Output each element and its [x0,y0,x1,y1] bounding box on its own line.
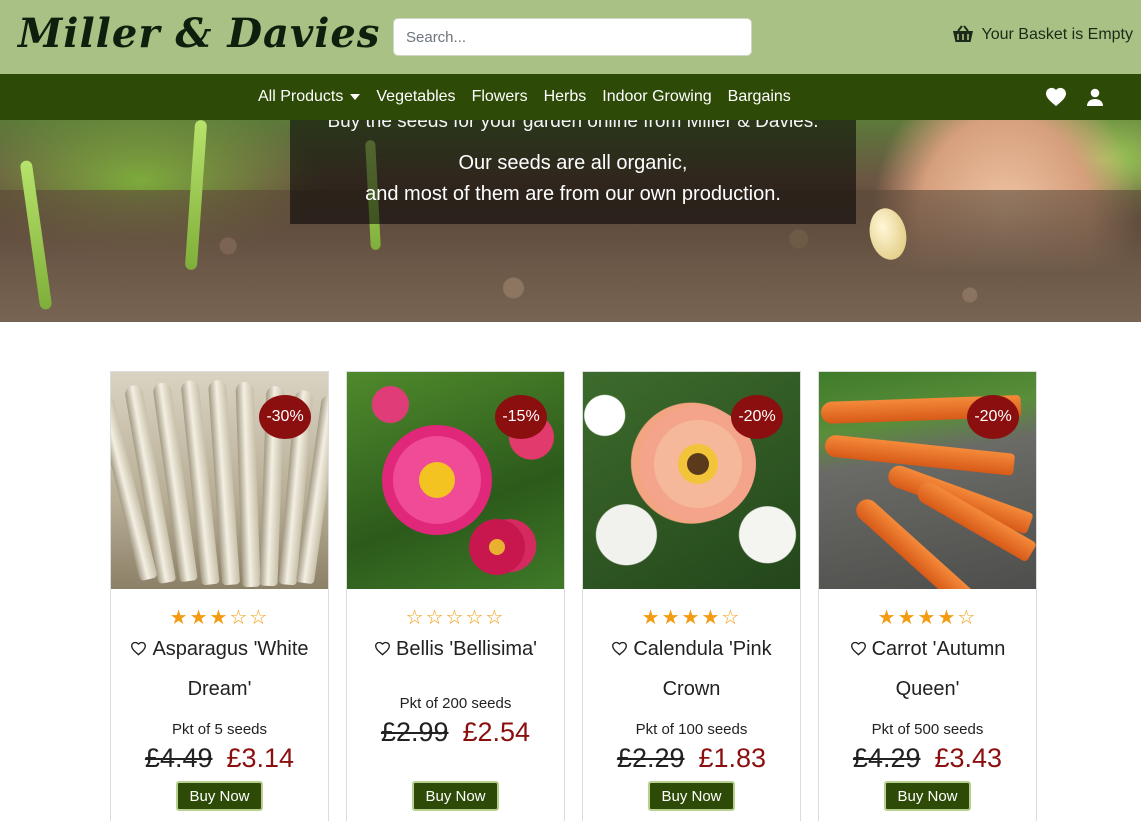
product-name[interactable]: Bellis 'Bellisima' [355,630,556,670]
chevron-down-icon [350,93,361,100]
buy-now-button[interactable]: Buy Now [884,781,971,811]
star-filled-icon: ★ [701,607,722,629]
sale-price: £2.54 [462,717,531,747]
buy-now-button[interactable]: Buy Now [412,781,499,811]
star-empty-icon: ☆ [465,607,486,629]
product-card[interactable]: -20% ★★★★☆ Carrot 'Autumn Queen' Pkt of … [818,371,1037,821]
product-name-text: Calendula 'Pink Crown [633,638,772,700]
old-price: £4.29 [852,743,921,773]
star-filled-icon: ★ [681,607,702,629]
star-empty-icon: ☆ [425,607,446,629]
star-filled-icon: ★ [661,607,682,629]
price-row: £4.29 £3.43 [819,743,1036,774]
star-empty-icon: ☆ [485,607,506,629]
nav-flowers[interactable]: Flowers [472,88,528,106]
nav-icons [1045,87,1103,107]
user-icon[interactable] [1087,88,1103,106]
product-card[interactable]: -15% ☆☆☆☆☆ Bellis 'Bellisima' Pkt of 200… [346,371,565,821]
star-filled-icon: ★ [189,607,210,629]
product-card[interactable]: -30% ★★★☆☆ Asparagus 'White Dream' Pkt o… [110,371,329,821]
hero-line-3: and most of them are from our own produc… [365,183,781,205]
sale-price: £1.83 [698,743,767,773]
price-row: £2.99 £2.54 [347,717,564,748]
star-empty-icon: ☆ [721,607,742,629]
star-filled-icon: ★ [917,607,938,629]
old-price: £4.49 [144,743,213,773]
discount-badge: -15% [495,395,547,439]
discount-badge: -20% [731,395,783,439]
pack-size: Pkt of 5 seeds [171,721,268,738]
star-empty-icon: ☆ [445,607,466,629]
heart-icon[interactable] [1045,87,1067,107]
product-name[interactable]: Asparagus 'White Dream' [119,630,320,709]
old-price: £2.29 [616,743,685,773]
price-row: £4.49 £3.14 [111,743,328,774]
sale-price: £3.43 [934,743,1003,773]
hero-banner: Buy the seeds for your garden online fro… [0,120,1141,322]
nav-links: All Products Vegetables Flowers Herbs In… [258,74,791,120]
heart-outline-icon[interactable] [130,631,147,670]
star-rating: ★★★★☆ [819,608,1036,628]
star-empty-icon: ☆ [957,607,978,629]
basket-status: Your Basket is Empty [981,26,1133,43]
nav-bargains[interactable]: Bargains [728,88,791,106]
star-empty-icon: ☆ [405,607,426,629]
product-name[interactable]: Carrot 'Autumn Queen' [827,630,1028,709]
basket-link[interactable]: Your Basket is Empty [952,25,1133,45]
star-filled-icon: ★ [877,607,898,629]
nav-vegetables[interactable]: Vegetables [376,88,455,106]
star-rating: ★★★☆☆ [111,608,328,628]
heart-outline-icon[interactable] [850,631,867,670]
basket-icon [952,25,974,45]
nav-all-products-label: All Products [258,88,344,105]
sale-price: £3.14 [226,743,295,773]
star-empty-icon: ☆ [229,607,250,629]
product-name[interactable]: Calendula 'Pink Crown [591,630,792,709]
pack-size: Pkt of 500 seeds [871,721,984,738]
product-name-text: Carrot 'Autumn Queen' [871,638,1006,700]
hero-line-2: Our seeds are all organic, [458,152,688,174]
product-name-text: Asparagus 'White Dream' [152,638,309,700]
nav-herbs[interactable]: Herbs [544,88,587,106]
hero-text-box: Buy the seeds for your garden online fro… [290,120,856,224]
product-card[interactable]: -20% ★★★★☆ Calendula 'Pink Crown Pkt of … [582,371,801,821]
star-empty-icon: ☆ [249,607,270,629]
pack-size: Pkt of 200 seeds [399,695,512,712]
pack-size: Pkt of 100 seeds [635,721,748,738]
star-filled-icon: ★ [937,607,958,629]
star-rating: ★★★★☆ [583,608,800,628]
buy-now-button[interactable]: Buy Now [648,781,735,811]
site-logo[interactable]: Miller & Davies [18,10,380,57]
heart-outline-icon[interactable] [611,631,628,670]
discount-badge: -30% [259,395,311,439]
star-filled-icon: ★ [209,607,230,629]
price-row: £2.29 £1.83 [583,743,800,774]
main-nav: All Products Vegetables Flowers Herbs In… [0,74,1141,120]
nav-all-products[interactable]: All Products [258,88,361,106]
search-input[interactable] [393,18,752,56]
product-name-text: Bellis 'Bellisima' [395,638,537,660]
site-header: Miller & Davies Your Basket is Empty [0,0,1141,74]
star-rating: ☆☆☆☆☆ [347,608,564,628]
star-filled-icon: ★ [897,607,918,629]
old-price: £2.99 [380,717,449,747]
heart-outline-icon[interactable] [374,631,391,670]
buy-now-button[interactable]: Buy Now [176,781,263,811]
hero-line-1: Buy the seeds for your garden online fro… [327,120,819,132]
nav-indoor-growing[interactable]: Indoor Growing [602,88,711,106]
discount-badge: -20% [967,395,1019,439]
star-filled-icon: ★ [169,607,190,629]
star-filled-icon: ★ [641,607,662,629]
